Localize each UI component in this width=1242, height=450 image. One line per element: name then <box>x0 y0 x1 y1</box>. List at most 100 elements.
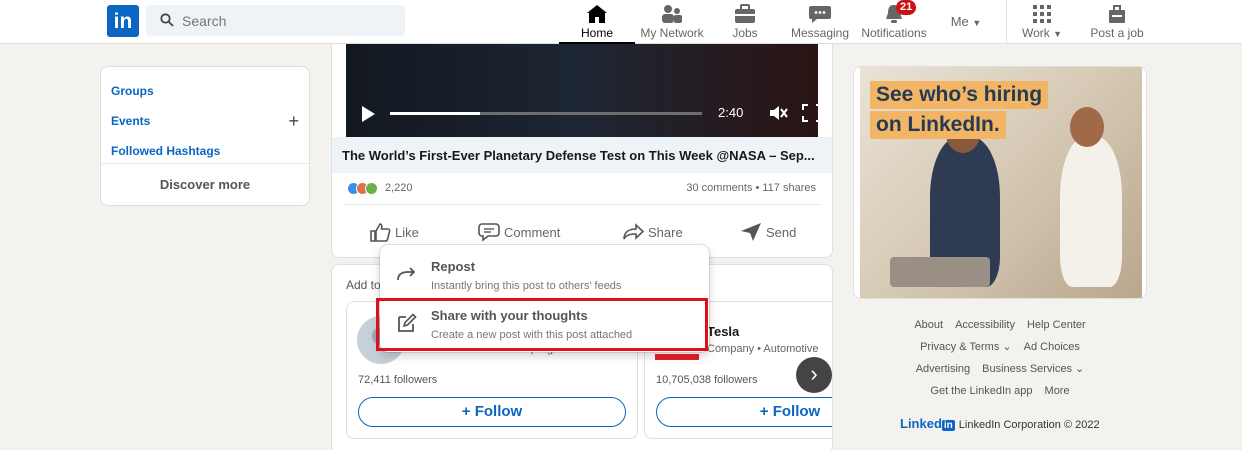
nav-home[interactable]: Home <box>559 0 635 44</box>
follow-button[interactable]: + Follow <box>358 397 626 427</box>
support-reaction-icon <box>365 182 378 195</box>
video-progress-fill <box>390 112 481 115</box>
send-label: Send <box>766 225 797 240</box>
discover-more-button[interactable]: Discover more <box>101 177 309 192</box>
left-sidebar-card: Groups Events + Followed Hashtags Discov… <box>100 66 310 206</box>
comment-label: Comment <box>504 225 561 240</box>
carousel-next-button[interactable]: › <box>796 357 832 393</box>
search-box[interactable] <box>146 5 405 36</box>
suggestion-description: Company • Automotive <box>707 343 819 355</box>
network-icon <box>662 5 682 23</box>
post-job-icon <box>1109 5 1125 23</box>
nav-home-label: Home <box>580 26 613 40</box>
linkedin-wordmark: Linked <box>900 416 942 431</box>
footer-row: Privacy & Terms ⌄ Ad Choices <box>853 340 1147 362</box>
feed-post: 2:40 The World’s First-Ever Planetary De… <box>331 44 833 258</box>
ad-headline-2: on LinkedIn. <box>870 111 1006 139</box>
footer-links: About Accessibility Help Center Privacy & … <box>853 318 1147 406</box>
footer-brand: Linked in LinkedIn Corporation © 2022 <box>900 416 1100 431</box>
post-link-preview[interactable]: The World’s First-Ever Planetary Defense… <box>332 137 832 173</box>
home-icon <box>587 5 607 23</box>
mute-icon[interactable] <box>768 104 788 122</box>
follow-label: Follow <box>474 403 523 420</box>
follow-button[interactable]: + Follow <box>656 397 832 427</box>
nav-messaging[interactable]: Messaging <box>788 0 852 44</box>
events-link[interactable]: Events <box>111 114 150 128</box>
followers-count: 10,705,038 followers <box>656 374 758 386</box>
nav-my-network-label: My Network <box>640 26 704 40</box>
groups-link[interactable]: Groups <box>111 84 154 98</box>
send-button[interactable]: Send <box>740 220 820 244</box>
briefcase-icon <box>735 4 755 23</box>
footer-link-accessibility[interactable]: Accessibility <box>955 319 1015 331</box>
repost-title: Repost <box>431 259 476 274</box>
ad-headline-1: See who’s hiring <box>870 81 1049 109</box>
divider <box>101 163 309 164</box>
caret-down-icon: ▼ <box>1053 29 1063 39</box>
footer-link-more[interactable]: More <box>1045 385 1070 397</box>
ad-banner[interactable]: See who’s hiring on LinkedIn. <box>853 66 1147 299</box>
footer-link-about[interactable]: About <box>914 319 943 331</box>
search-input[interactable] <box>182 5 392 36</box>
copyright: LinkedIn Corporation © 2022 <box>958 419 1100 431</box>
nav-me[interactable]: Me ▼ <box>944 0 988 44</box>
like-label: Like <box>395 225 419 240</box>
thumbs-up-icon <box>370 223 391 242</box>
followed-hashtags-link[interactable]: Followed Hashtags <box>111 144 220 158</box>
like-button[interactable]: Like <box>369 220 449 244</box>
footer-link-business-services[interactable]: Business Services ⌄ <box>982 363 1084 375</box>
nav-post-job-label: Post a job <box>1090 26 1144 40</box>
nav-work[interactable]: Work ▼ <box>1018 0 1066 44</box>
video-time: 2:40 <box>718 105 744 120</box>
footer-link-get-app[interactable]: Get the LinkedIn app <box>930 385 1032 397</box>
plus-icon: + <box>759 403 773 420</box>
add-event-icon[interactable]: + <box>288 111 299 132</box>
video-progress-bar[interactable] <box>390 112 702 115</box>
nav-notifications-label: Notifications <box>861 26 927 40</box>
footer-row: About Accessibility Help Center <box>853 318 1147 340</box>
fullscreen-icon[interactable] <box>802 104 822 122</box>
ad-laptop <box>890 257 990 287</box>
nav-divider <box>1006 0 1007 44</box>
reaction-count: 2,220 <box>385 182 413 194</box>
nav-me-label: Me ▼ <box>950 14 982 29</box>
repost-subtitle: Instantly bring this post to others' fee… <box>431 280 622 292</box>
comment-button[interactable]: Comment <box>478 220 578 244</box>
ad-person-right <box>1060 137 1122 287</box>
ad-person-right-head <box>1070 107 1104 147</box>
footer-link-privacy[interactable]: Privacy & Terms ⌄ <box>920 341 1012 353</box>
footer-link-advertising[interactable]: Advertising <box>916 363 970 375</box>
repost-option[interactable]: Repost Instantly bring this post to othe… <box>380 250 709 298</box>
chat-icon <box>809 6 831 23</box>
nav-jobs[interactable]: Jobs <box>716 0 774 44</box>
footer-row: Get the LinkedIn app More <box>853 384 1147 406</box>
chevron-right-icon: › <box>810 361 818 386</box>
search-icon <box>160 13 174 27</box>
top-nav: in Home My Network Jobs Messaging 21 Not… <box>0 0 1242 44</box>
footer-link-help-center[interactable]: Help Center <box>1027 319 1086 331</box>
comment-icon <box>478 223 500 242</box>
post-title[interactable]: The World’s First-Ever Planetary Defense… <box>342 148 815 163</box>
linkedin-small-logo: in <box>941 420 955 431</box>
highlight-box <box>376 298 708 351</box>
linkedin-logo[interactable]: in <box>107 5 139 37</box>
share-button[interactable]: Share <box>622 220 702 244</box>
nav-my-network[interactable]: My Network <box>636 0 708 44</box>
footer-row: Advertising Business Services ⌄ <box>853 362 1147 384</box>
suggestion-name[interactable]: Tesla <box>707 324 739 339</box>
video-player[interactable]: 2:40 <box>346 44 822 137</box>
grid-icon <box>1033 5 1051 23</box>
footer-link-ad-choices[interactable]: Ad Choices <box>1024 341 1080 353</box>
suggestions-header: Add to <box>346 278 381 292</box>
nav-work-label: Work ▼ <box>1021 26 1063 40</box>
nav-notifications[interactable]: 21 Notifications <box>858 0 930 44</box>
share-label: Share <box>648 225 683 240</box>
notification-badge: 21 <box>896 0 917 15</box>
nav-post-job[interactable]: Post a job <box>1088 0 1146 44</box>
play-icon[interactable] <box>362 106 375 122</box>
caret-down-icon: ▼ <box>972 18 982 28</box>
nav-jobs-label: Jobs <box>732 26 758 40</box>
repost-icon <box>397 267 416 281</box>
post-stats[interactable]: 30 comments • 117 shares <box>686 182 816 194</box>
nav-messaging-label: Messaging <box>790 26 850 40</box>
